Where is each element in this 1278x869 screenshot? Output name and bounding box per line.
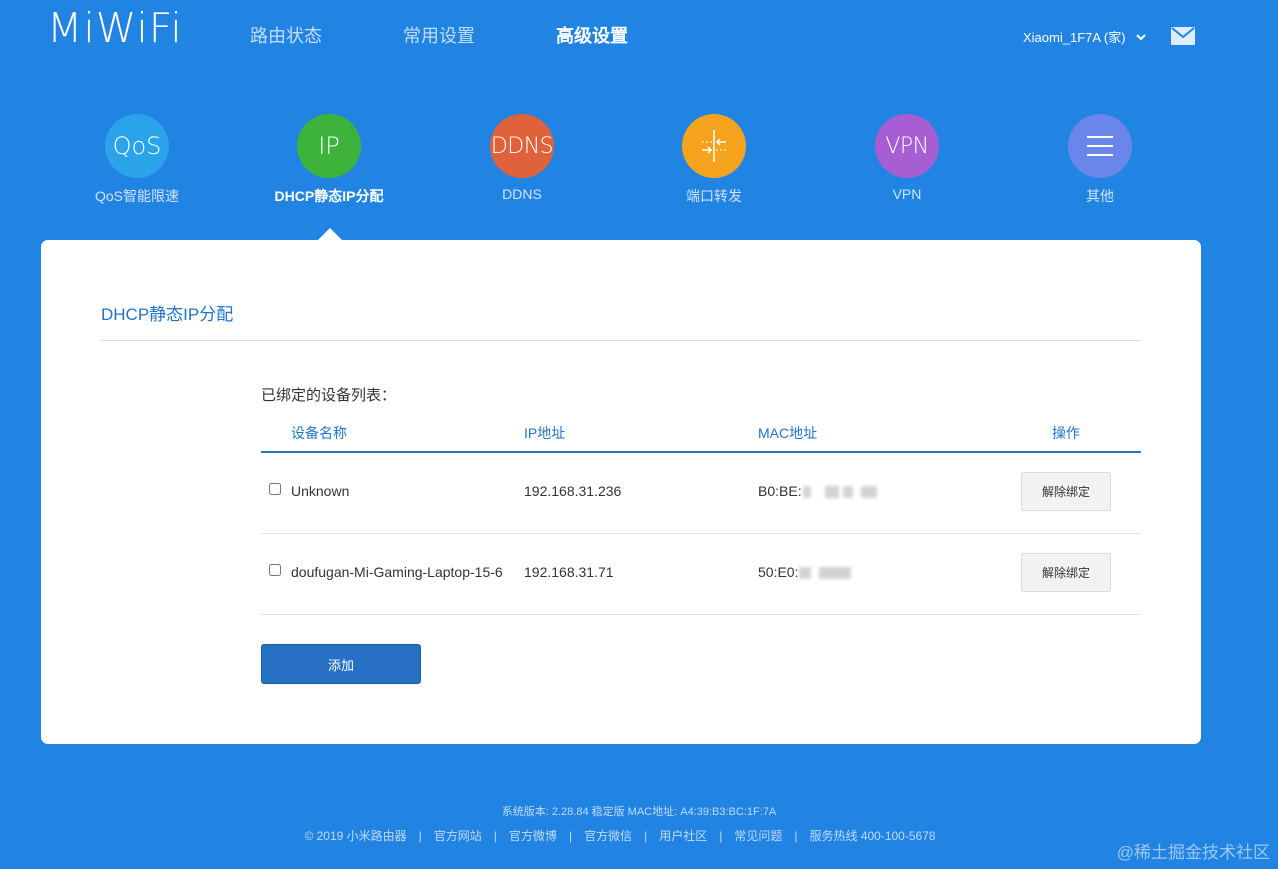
panel-title: DHCP静态IP分配 <box>101 305 234 324</box>
footer-link-community[interactable]: 用户社区 <box>659 829 707 843</box>
column-mac: MAC地址 <box>758 425 818 441</box>
footer-link-weibo[interactable]: 官方微博 <box>509 829 557 843</box>
watermark: @稀土掘金技术社区 <box>1116 843 1270 862</box>
feature-label: DHCP静态IP分配 <box>274 188 384 204</box>
port-forward-icon <box>682 114 746 178</box>
unbind-button[interactable]: 解除绑定 <box>1021 553 1111 592</box>
unbind-button[interactable]: 解除绑定 <box>1021 472 1111 511</box>
device-name: doufugan-Mi-Gaming-Laptop-15-6 <box>291 564 503 580</box>
bound-devices-title: 已绑定的设备列表： <box>261 387 397 404</box>
ddns-icon: DDNS <box>490 114 554 178</box>
mac-address: B0:BE: <box>758 483 877 499</box>
divider <box>101 340 1141 341</box>
miwifi-logo: MiWiFi <box>47 4 183 52</box>
column-device-name: 设备名称 <box>291 425 347 441</box>
ip-icon: IP <box>297 114 361 178</box>
column-actions: 操作 <box>1052 425 1080 441</box>
redacted-mac <box>799 567 812 580</box>
content-panel: DHCP静态IP分配 已绑定的设备列表： 设备名称 IP地址 MAC地址 操作 … <box>41 240 1201 744</box>
row-checkbox[interactable] <box>269 483 281 495</box>
row-checkbox[interactable] <box>269 564 281 576</box>
table-row: doufugan-Mi-Gaming-Laptop-15-6 192.168.3… <box>261 534 1141 615</box>
feature-qos[interactable]: QoS QoS智能限速 <box>57 114 217 206</box>
main-nav: 路由状态 常用设置 高级设置 <box>250 22 709 48</box>
feature-vpn[interactable]: VPN VPN <box>827 114 987 202</box>
mac-address: 50:E0: <box>758 564 852 580</box>
redacted-mac <box>802 486 811 499</box>
nav-common-settings[interactable]: 常用设置 <box>403 22 475 48</box>
feature-dhcp-static-ip[interactable]: IP DHCP静态IP分配 <box>249 114 409 206</box>
system-version: 系统版本: 2.28.84 稳定版 MAC地址: A4:39:B3:BC:1F:… <box>501 806 777 818</box>
device-name: Unknown <box>291 483 350 499</box>
vpn-icon: VPN <box>875 114 939 178</box>
nav-advanced-settings[interactable]: 高级设置 <box>556 22 628 48</box>
nav-router-status[interactable]: 路由状态 <box>250 22 322 48</box>
feature-label: 端口转发 <box>686 188 742 204</box>
copyright: © 2019 小米路由器 <box>304 829 407 843</box>
mail-icon[interactable] <box>1171 27 1195 45</box>
column-ip: IP地址 <box>524 425 566 441</box>
router-selector[interactable]: Xiaomi_1F7A (家) <box>1023 27 1147 46</box>
table-header: 设备名称 IP地址 MAC地址 操作 <box>261 423 1141 453</box>
router-name: Xiaomi_1F7A (家) <box>1023 30 1126 45</box>
feature-other[interactable]: 其他 <box>1020 114 1180 206</box>
footer-links: © 2019 小米路由器 | 官方网站 | 官方微博 | 官方微信 | 用户社区 | 常见问题 | 服务… <box>304 829 936 843</box>
menu-icon <box>1068 114 1132 178</box>
add-button[interactable]: 添加 <box>261 644 421 684</box>
feature-label: VPN <box>892 186 922 202</box>
feature-label: DDNS <box>502 186 542 202</box>
ip-address: 192.168.31.236 <box>524 483 622 499</box>
feature-bar: QoS QoS智能限速 IP DHCP静态IP分配 DDNS DDNS 端口转发… <box>0 114 1278 214</box>
feature-label: QoS智能限速 <box>94 188 179 204</box>
qos-icon: QoS <box>105 114 169 178</box>
ip-address: 192.168.31.71 <box>524 564 614 580</box>
feature-port-forward[interactable]: 端口转发 <box>634 114 794 206</box>
service-hotline: 服务热线 400-100-5678 <box>809 829 936 843</box>
footer-link-wechat[interactable]: 官方微信 <box>584 829 632 843</box>
footer-link-faq[interactable]: 常见问题 <box>734 829 782 843</box>
footer-link-official-site[interactable]: 官方网站 <box>434 829 482 843</box>
feature-ddns[interactable]: DDNS DDNS <box>442 114 602 202</box>
feature-label: 其他 <box>1086 188 1114 204</box>
table-row: Unknown 192.168.31.236 B0:BE: 解除绑定 <box>261 453 1141 534</box>
chevron-down-icon <box>1135 33 1146 40</box>
